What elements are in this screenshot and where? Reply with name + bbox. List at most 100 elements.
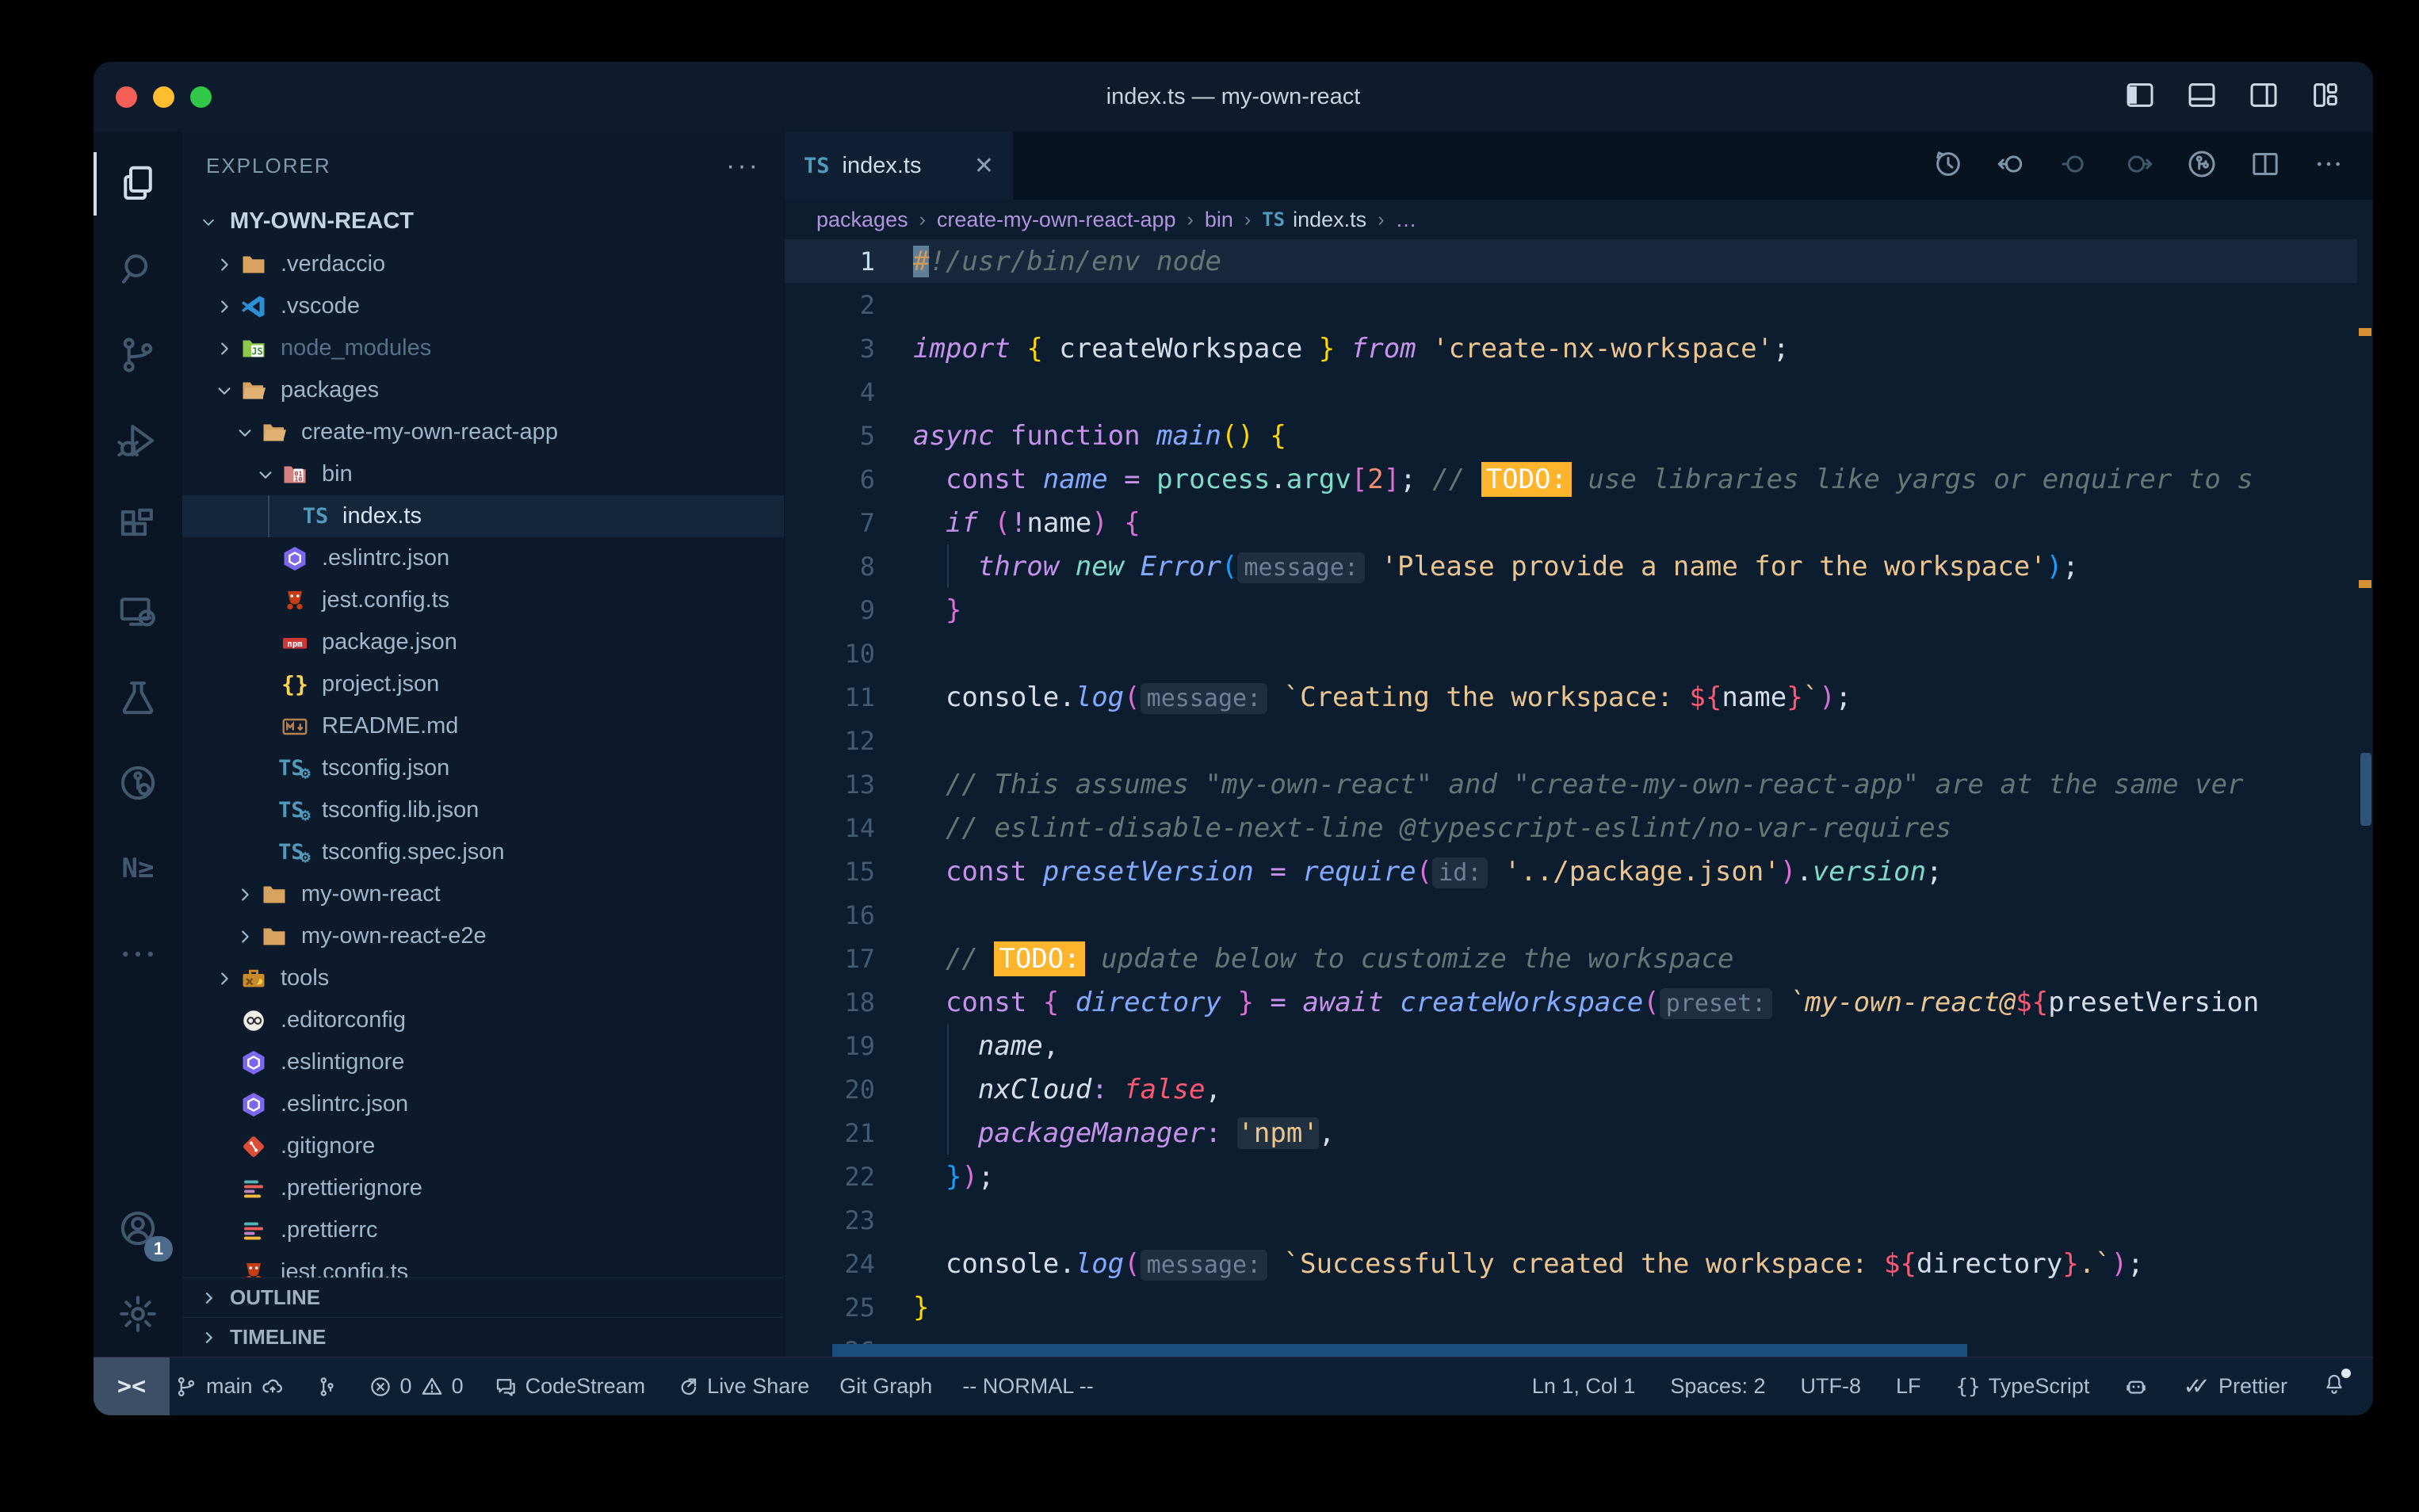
tree-item-.eslintignore[interactable]: .eslintignore (182, 1041, 784, 1083)
code-line-25[interactable]: 25 } (785, 1285, 2357, 1329)
code-line-8[interactable]: 8 throw new Error(message: 'Please provi… (785, 544, 2357, 588)
code-line-26[interactable]: 26 (785, 1329, 2357, 1344)
status-problems[interactable]: 00 (369, 1374, 464, 1399)
code-line-21[interactable]: 21 packageManager: 'npm', (785, 1111, 2357, 1155)
activity-item-source-control[interactable] (94, 312, 182, 398)
code-line-5[interactable]: 5 async function main() { (785, 414, 2357, 457)
activity-item-nx-console[interactable]: N≥ (94, 826, 182, 911)
toggle-primary-sidebar-button[interactable] (2124, 79, 2156, 115)
code-line-19[interactable]: 19 name, (785, 1024, 2357, 1067)
overview-ruler-scrollbar[interactable] (2357, 239, 2373, 1357)
tab-index-ts[interactable]: TS index.ts ✕ (785, 132, 1013, 200)
activity-item-extensions[interactable] (94, 483, 182, 569)
tree-item-my-own-react[interactable]: my-own-react (182, 873, 784, 915)
activity-item-search[interactable] (94, 227, 182, 312)
breadcrumb-item-…[interactable]: … (1396, 208, 1417, 232)
code-line-20[interactable]: 20 nxCloud: false, (785, 1067, 2357, 1111)
toggle-secondary-sidebar-button[interactable] (2248, 79, 2280, 115)
horizontal-scrollbar-thumb[interactable] (832, 1344, 1967, 1357)
activity-item-explorer[interactable] (94, 141, 182, 227)
code-line-9[interactable]: 9 } (785, 588, 2357, 632)
code-line-10[interactable]: 10 (785, 632, 2357, 675)
tree-item-packages[interactable]: packages (182, 369, 784, 411)
tree-item-README.md[interactable]: README.md (182, 705, 784, 747)
code-line-7[interactable]: 7 if (!name) { (785, 501, 2357, 544)
breadcrumb-item-index.ts[interactable]: TSindex.ts (1262, 208, 1366, 232)
tree-item-.vscode[interactable]: .vscode (182, 285, 784, 327)
workspace-root-row[interactable]: MY-OWN-REACT (182, 200, 784, 243)
breadcrumb-item-packages[interactable]: packages (816, 208, 908, 232)
code-line-11[interactable]: 11 console.log(message: `Creating the wo… (785, 675, 2357, 719)
timeline-section-header[interactable]: TIMELINE (182, 1317, 784, 1357)
status-git-branch[interactable]: main (174, 1374, 285, 1399)
code-line-6[interactable]: 6 const name = process.argv[2]; // TODO:… (785, 457, 2357, 501)
code-line-1[interactable]: 1 #!/usr/bin/env node (785, 239, 2357, 283)
tree-item-.prettierrc[interactable]: .prettierrc (182, 1209, 784, 1251)
code-line-15[interactable]: 15 const presetVersion = require(id: '..… (785, 850, 2357, 893)
code-line-3[interactable]: 3 import { createWorkspace } from 'creat… (785, 326, 2357, 370)
tree-item-node_modules[interactable]: JSnode_modules (182, 327, 784, 369)
code-line-14[interactable]: 14 // eslint-disable-next-line @typescri… (785, 806, 2357, 850)
status-git-graph[interactable]: Git Graph (839, 1374, 932, 1399)
tree-item-.prettierignore[interactable]: .prettierignore (182, 1167, 784, 1209)
toggle-panel-button[interactable] (2186, 79, 2218, 115)
status-robot-extension[interactable] (2124, 1375, 2148, 1399)
tree-item-.eslintrc.json[interactable]: .eslintrc.json (182, 537, 784, 579)
status-prettier[interactable]: ✓✓Prettier (2183, 1373, 2287, 1400)
tree-item-index.ts[interactable]: TSindex.ts (182, 495, 784, 537)
tree-item-package.json[interactable]: npmpackage.json (182, 621, 784, 663)
nav-prev-change-button[interactable] (2059, 148, 2091, 184)
activity-item-gitlens[interactable] (94, 740, 182, 826)
breadcrumb-item-bin[interactable]: bin (1205, 208, 1233, 232)
tree-item-.gitignore[interactable]: .gitignore (182, 1125, 784, 1167)
nav-back-button[interactable] (1996, 148, 2027, 184)
activity-item-remote-explorer[interactable] (94, 569, 182, 655)
tree-item-project.json[interactable]: {}project.json (182, 663, 784, 705)
titlebar[interactable]: index.ts — my-own-react (94, 62, 2373, 132)
code-line-2[interactable]: 2 (785, 283, 2357, 326)
customize-layout-button[interactable] (2310, 79, 2341, 115)
status-codestream[interactable]: CodeStream (494, 1374, 646, 1399)
code-line-12[interactable]: 12 (785, 719, 2357, 762)
status-vim-mode[interactable]: -- NORMAL -- (962, 1374, 1093, 1399)
more-actions-button[interactable] (2313, 148, 2344, 184)
split-editor-button[interactable] (2249, 148, 2281, 184)
code-line-13[interactable]: 13 // This assumes "my-own-react" and "c… (785, 762, 2357, 806)
tree-item-.eslintrc.json[interactable]: .eslintrc.json (182, 1083, 784, 1125)
activity-item-accounts[interactable]: 1 (94, 1186, 182, 1271)
activity-item-run-debug[interactable] (94, 398, 182, 483)
tree-item-.verdaccio[interactable]: .verdaccio (182, 243, 784, 285)
status-encoding[interactable]: UTF-8 (1800, 1374, 1861, 1399)
status-indentation[interactable]: Spaces: 2 (1670, 1374, 1765, 1399)
tree-item-tsconfig.lib.json[interactable]: TS⚙tsconfig.lib.json (182, 789, 784, 831)
code-line-18[interactable]: 18 const { directory } = await createWor… (785, 980, 2357, 1024)
status-eol[interactable]: LF (1896, 1374, 1921, 1399)
vertical-scrollbar-thumb[interactable] (2360, 753, 2371, 826)
status-language-mode[interactable]: {}TypeScript (1955, 1374, 2089, 1399)
tree-item-tsconfig.spec.json[interactable]: TS⚙tsconfig.spec.json (182, 831, 784, 873)
tree-item-tools[interactable]: tools (182, 957, 784, 999)
code-line-23[interactable]: 23 (785, 1198, 2357, 1242)
code-editor[interactable]: 1 #!/usr/bin/env node 2 3 import { creat… (785, 239, 2373, 1357)
horizontal-scrollbar[interactable] (832, 1344, 2349, 1357)
tree-item-.editorconfig[interactable]: .editorconfig (182, 999, 784, 1041)
tree-item-bin[interactable]: 0110bin (182, 453, 784, 495)
tree-item-tsconfig.json[interactable]: TS⚙tsconfig.json (182, 747, 784, 789)
activity-item-settings[interactable] (94, 1271, 182, 1357)
status-live-share[interactable]: Live Share (675, 1374, 809, 1399)
code-line-17[interactable]: 17 // TODO: update below to customize th… (785, 937, 2357, 980)
code-line-24[interactable]: 24 console.log(message: `Successfully cr… (785, 1242, 2357, 1285)
remote-indicator-button[interactable]: >< (94, 1357, 170, 1415)
tree-item-jest.config.ts[interactable]: jest.config.ts (182, 1251, 784, 1277)
breadcrumb-item-create-my-own-react-app[interactable]: create-my-own-react-app (937, 208, 1176, 232)
outline-section-header[interactable]: OUTLINE (182, 1277, 784, 1317)
activity-item-more[interactable] (94, 911, 182, 997)
tree-item-my-own-react-e2e[interactable]: my-own-react-e2e (182, 915, 784, 957)
explorer-more-actions-button[interactable]: ··· (726, 151, 760, 181)
status-git-commits[interactable] (315, 1375, 338, 1399)
open-changes-button[interactable] (2186, 148, 2218, 184)
status-notifications-bell[interactable] (2322, 1372, 2346, 1401)
status-cursor-position[interactable]: Ln 1, Col 1 (1532, 1374, 1636, 1399)
code-line-4[interactable]: 4 (785, 370, 2357, 414)
tree-item-create-my-own-react-app[interactable]: create-my-own-react-app (182, 411, 784, 453)
